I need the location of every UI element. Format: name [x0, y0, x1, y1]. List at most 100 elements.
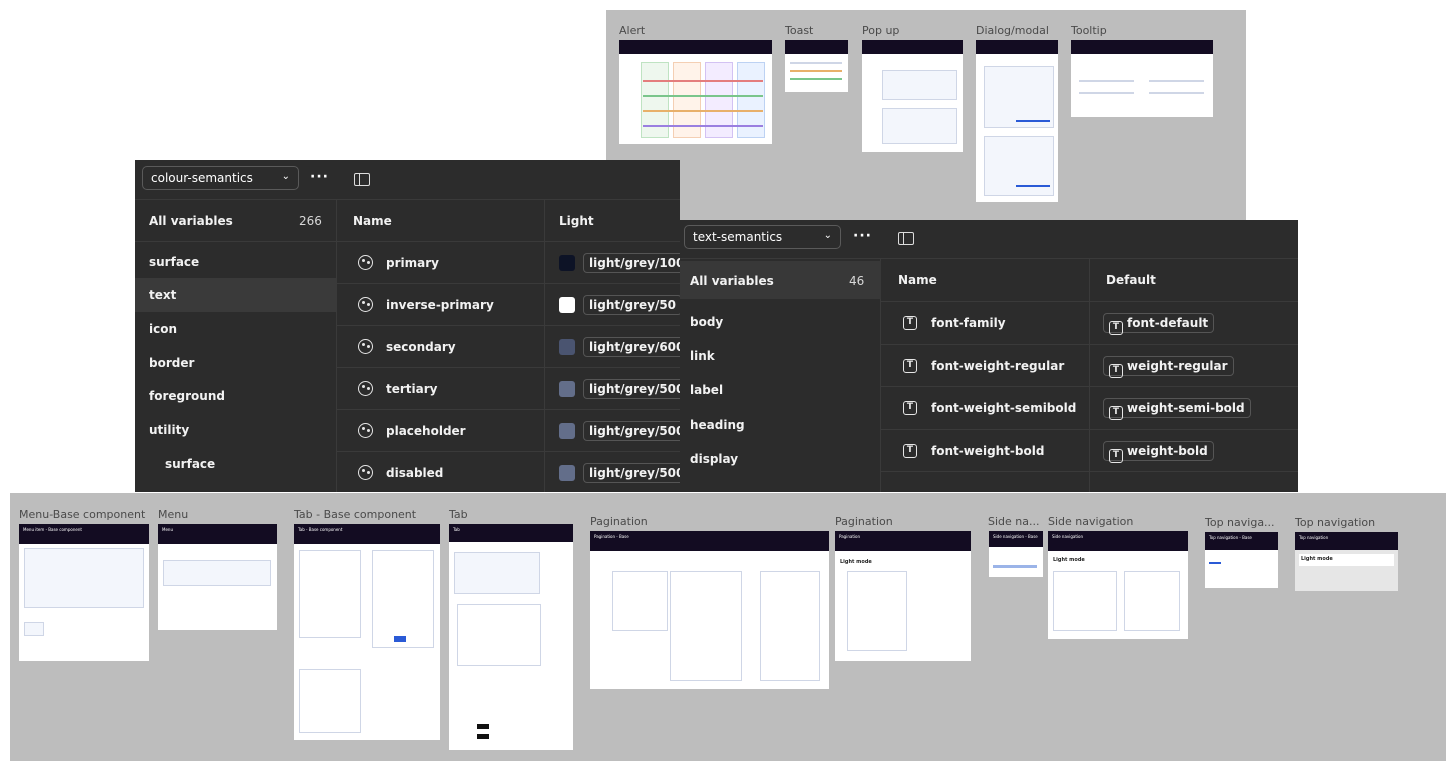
frame-toast[interactable] [785, 40, 848, 92]
more-options-icon[interactable]: ··· [310, 169, 329, 185]
text-type-icon: T [1109, 448, 1123, 463]
variable-name[interactable]: placeholder [386, 424, 466, 438]
variable-name[interactable]: font-family [931, 316, 1006, 330]
frame-label-top-nav-base[interactable]: Top naviga... [1205, 516, 1275, 529]
variable-value-chip[interactable]: Tfont-default [1103, 313, 1215, 335]
frame-pagination-base[interactable]: Pagination - Base [590, 531, 829, 689]
text-type-icon: T [1109, 406, 1123, 420]
frame-menu[interactable]: Menu [158, 524, 277, 630]
all-variables-label[interactable]: All variables [690, 274, 774, 288]
frame-label-menu[interactable]: Menu [158, 508, 188, 521]
group-icon[interactable]: icon [135, 312, 336, 346]
all-variables-count: 46 [849, 274, 865, 288]
color-swatch[interactable] [559, 255, 575, 271]
palette-icon [358, 423, 373, 438]
color-swatch[interactable] [559, 381, 575, 397]
variable-value-chip[interactable]: light/grey/600 [583, 337, 680, 357]
group-display[interactable]: display [680, 442, 880, 476]
collection-select[interactable]: colour-semantics ⌄ [142, 166, 299, 190]
frame-label-pagination[interactable]: Pagination [835, 515, 893, 528]
color-swatch[interactable] [559, 339, 575, 355]
variable-value-chip[interactable]: Tweight-bold [1103, 440, 1214, 463]
variable-value-chip[interactable]: light/grey/50 [583, 295, 680, 315]
frame-label-toast[interactable]: Toast [785, 24, 813, 37]
color-swatch[interactable] [559, 423, 575, 439]
frame-top-nav-base[interactable]: Top navigation - Base [1205, 532, 1278, 588]
variable-value-chip[interactable]: light/grey/500 [583, 421, 680, 441]
frame-tab[interactable]: Tab [449, 524, 573, 750]
frame-label-popup[interactable]: Pop up [862, 24, 899, 37]
group-heading[interactable]: heading [680, 408, 880, 442]
text-type-icon: T [1109, 321, 1123, 335]
variable-value-chip[interactable]: light/grey/500 [583, 379, 680, 399]
variable-name[interactable]: inverse-primary [386, 298, 494, 312]
frame-label-tooltip[interactable]: Tooltip [1071, 24, 1107, 37]
variable-name[interactable]: font-weight-regular [931, 359, 1064, 373]
frame-dialog[interactable] [976, 40, 1058, 202]
top-canvas: Alert Toast Pop up Dialog/modal Tooltip [606, 10, 1246, 225]
sidebar-toggle-icon[interactable] [354, 173, 370, 186]
text-type-icon: T [903, 316, 917, 330]
column-header-name[interactable]: Name [353, 214, 392, 228]
palette-icon [358, 381, 373, 396]
palette-icon [358, 465, 373, 480]
bottom-canvas: Menu-Base component Menu Tab - Base comp… [10, 493, 1446, 761]
frame-side-nav[interactable]: Side navigation Light mode [1048, 531, 1188, 639]
variable-name[interactable]: primary [386, 256, 439, 270]
frame-label-pagination-base[interactable]: Pagination [590, 515, 648, 528]
group-link[interactable]: link [680, 339, 880, 373]
group-surface[interactable]: surface [135, 245, 336, 279]
variable-name[interactable]: secondary [386, 340, 456, 354]
variable-value-chip[interactable]: Tweight-semi-bold [1103, 398, 1251, 420]
frame-label-dialog[interactable]: Dialog/modal [976, 24, 1049, 37]
frame-side-nav-base[interactable]: Side navigation - Base [989, 531, 1043, 577]
frame-label-side-nav-base[interactable]: Side na... [988, 515, 1040, 528]
color-swatch[interactable] [559, 465, 575, 481]
frame-label-tab[interactable]: Tab [449, 508, 468, 521]
frame-label-top-nav[interactable]: Top navigation [1295, 516, 1375, 529]
frame-label-tab-base[interactable]: Tab - Base component [294, 508, 416, 521]
frame-label-menu-base[interactable]: Menu-Base component [19, 508, 145, 521]
frame-tab-base[interactable]: Tab - Base component [294, 524, 440, 740]
group-list: All variables 266 surface text icon bord… [135, 200, 337, 492]
variable-name[interactable]: tertiary [386, 382, 437, 396]
all-variables-label[interactable]: All variables [149, 214, 233, 228]
variable-value-text: weight-regular [1127, 358, 1228, 373]
more-options-icon[interactable]: ··· [853, 228, 872, 244]
group-text[interactable]: text [135, 278, 336, 312]
frame-top-nav[interactable]: Top navigation Light mode [1295, 532, 1398, 591]
sidebar-toggle-icon[interactable] [898, 232, 914, 245]
text-semantics-panel: text-semantics ⌄ ··· All variables 46 bo… [680, 220, 1298, 492]
frame-label-side-nav[interactable]: Side navigation [1048, 515, 1133, 528]
variable-value-chip[interactable]: light/grey/1000 [583, 253, 680, 273]
group-utility-surface[interactable]: surface [135, 447, 336, 481]
group-label[interactable]: label [680, 373, 880, 407]
group-foreground[interactable]: foreground [135, 379, 336, 413]
variable-name[interactable]: font-weight-bold [931, 444, 1044, 458]
column-header-name[interactable]: Name [898, 273, 937, 287]
text-type-icon: T [1109, 363, 1123, 378]
chevron-down-icon: ⌄ [823, 230, 832, 241]
frame-pagination[interactable]: Pagination Light mode [835, 531, 971, 661]
group-border[interactable]: border [135, 346, 336, 380]
palette-icon [358, 339, 373, 354]
variable-name[interactable]: font-weight-semibold [931, 401, 1076, 415]
frame-tooltip[interactable] [1071, 40, 1213, 117]
collection-name: text-semantics [693, 230, 783, 244]
variable-name[interactable]: disabled [386, 466, 443, 480]
frame-menu-base[interactable]: Menu item - Base component [19, 524, 149, 661]
color-swatch[interactable] [559, 297, 575, 313]
column-header-light[interactable]: Light [559, 214, 594, 228]
frame-label-alert[interactable]: Alert [619, 24, 645, 37]
group-utility[interactable]: utility [135, 413, 336, 447]
all-variables-count: 266 [299, 214, 322, 228]
variable-value-chip[interactable]: light/grey/500 [583, 463, 680, 483]
group-body[interactable]: body [680, 305, 880, 339]
palette-icon [358, 255, 373, 270]
frame-popup[interactable] [862, 40, 963, 152]
column-header-default[interactable]: Default [1106, 273, 1156, 287]
frame-alert[interactable] [619, 40, 772, 144]
group-list: All variables 46 body link label heading… [680, 259, 881, 492]
collection-select[interactable]: text-semantics ⌄ [684, 225, 841, 249]
variable-value-chip[interactable]: Tweight-regular [1103, 355, 1234, 378]
